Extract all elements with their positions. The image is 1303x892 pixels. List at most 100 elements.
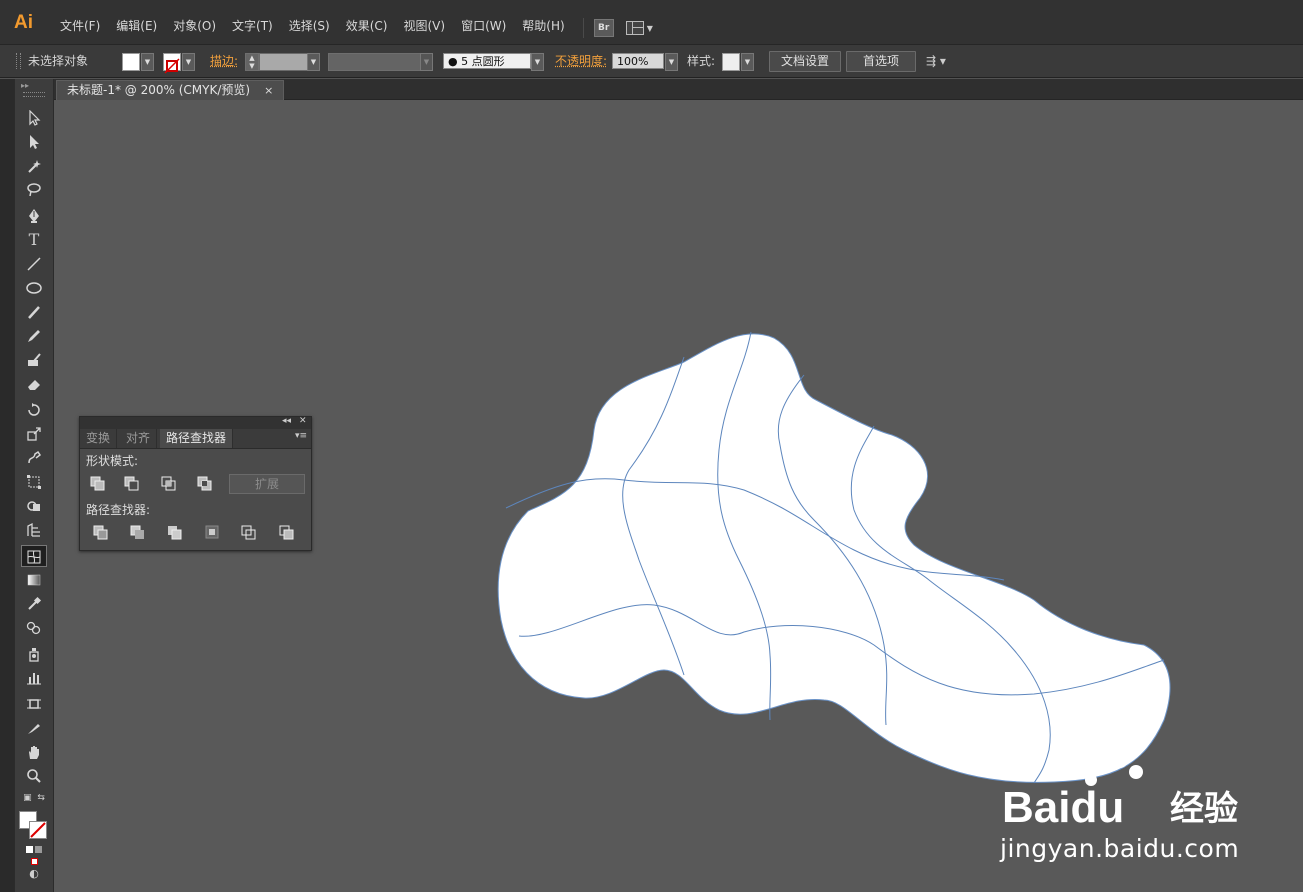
eyedropper-tool-icon[interactable] (21, 593, 47, 615)
rotate-tool-icon[interactable] (21, 399, 47, 421)
stroke-swatch[interactable] (163, 53, 181, 74)
document-tab[interactable]: 未标题-1* @ 200% (CMYK/预览) × (56, 80, 285, 100)
exclude-icon[interactable] (197, 475, 213, 491)
shape-modes-label: 形状模式: (86, 454, 139, 468)
style-label: 样式: (687, 54, 716, 68)
variable-width-dropdown[interactable]: ▼ (420, 53, 433, 71)
paintbrush-tool-icon[interactable] (21, 301, 47, 323)
tab-align[interactable]: 对齐 (120, 429, 158, 448)
workspace-layout-button[interactable]: ▼ (625, 21, 653, 35)
shape-builder-tool-icon[interactable] (21, 495, 47, 517)
direct-selection-tool-icon[interactable] (21, 131, 47, 153)
zoom-tool-icon[interactable] (21, 765, 47, 787)
pen-tool-icon[interactable] (21, 205, 47, 227)
menu-edit[interactable]: 编辑(E) (108, 0, 165, 44)
stroke-color-icon[interactable] (29, 821, 47, 839)
selection-tool-icon[interactable] (21, 107, 47, 129)
control-bar-grip[interactable] (16, 53, 21, 69)
minus-front-icon[interactable] (124, 475, 140, 491)
graphic-style-swatch[interactable] (722, 53, 740, 71)
slice-tool-icon[interactable] (21, 717, 47, 739)
collapse-panel-icon[interactable]: ◂◂ (282, 416, 291, 426)
magic-wand-tool-icon[interactable] (21, 155, 47, 177)
stroke-label[interactable]: 描边: (210, 45, 238, 77)
stroke-weight-input[interactable] (259, 53, 309, 71)
line-segment-tool-icon[interactable] (21, 253, 47, 275)
layout-grid-icon (625, 21, 644, 35)
eraser-tool-icon[interactable] (21, 373, 47, 395)
blob-brush-tool-icon[interactable] (21, 349, 47, 371)
close-icon[interactable]: × (264, 84, 273, 97)
warp-tool-icon[interactable] (21, 447, 47, 469)
pencil-tool-icon[interactable] (21, 325, 47, 347)
mesh-tool-icon[interactable] (21, 545, 47, 567)
baidu-paw-logo: Baidu 经验 (1002, 752, 1238, 832)
menu-window[interactable]: 窗口(W) (453, 0, 514, 44)
opacity-label[interactable]: 不透明度: (555, 45, 607, 77)
gradient-tool-icon[interactable] (21, 569, 47, 591)
document-setup-button[interactable]: 文档设置 (769, 51, 841, 72)
collapse-tools-icon[interactable]: ▸▸ (21, 82, 47, 90)
arrange-documents-icon[interactable]: ⇶ ▾ (926, 45, 946, 77)
hand-tool-icon[interactable] (21, 741, 47, 763)
panel-title-bar[interactable]: ◂◂ ✕ (80, 416, 311, 429)
preferences-button[interactable]: 首选项 (846, 51, 916, 72)
menu-separator (582, 18, 584, 38)
column-graph-tool-icon[interactable] (21, 667, 47, 689)
minus-back-icon[interactable] (279, 524, 295, 540)
menu-select[interactable]: 选择(S) (281, 0, 338, 44)
document-tab-bar: 未标题-1* @ 200% (CMYK/预览) × (54, 79, 1303, 100)
artboard-tool-icon[interactable] (21, 693, 47, 715)
tab-pathfinder[interactable]: 路径查找器 (160, 429, 234, 448)
outline-icon[interactable] (241, 524, 257, 540)
no-stroke-icon (164, 58, 180, 74)
ellipse-tool-icon[interactable] (21, 277, 47, 299)
opacity-input[interactable]: 100% (612, 53, 664, 69)
type-tool-icon[interactable]: T (21, 229, 47, 251)
expand-button[interactable]: 扩展 (229, 474, 305, 494)
crop-icon[interactable] (204, 524, 220, 540)
tab-transform[interactable]: 变换 (80, 429, 118, 448)
mesh-object (497, 333, 1171, 783)
fill-swatch[interactable] (122, 53, 140, 71)
drawing-mode-icon[interactable]: ◐ (21, 863, 47, 885)
opacity-dropdown[interactable]: ▼ (665, 53, 678, 71)
unite-icon[interactable] (90, 475, 106, 491)
left-dock-strip (0, 79, 14, 892)
panel-menu-icon[interactable]: ▾≡ (295, 431, 307, 441)
menu-object[interactable]: 对象(O) (165, 0, 224, 44)
baidu-brand-text: Baidu (1002, 783, 1124, 832)
pathfinder-panel: ◂◂ ✕ 变换 对齐 路径查找器 ▾≡ 形状模式: 扩展 路径查找器: (79, 416, 312, 551)
variable-width-profile[interactable] (328, 53, 422, 71)
blend-tool-icon[interactable] (21, 617, 47, 639)
menu-bar: Ai 文件(F) 编辑(E) 对象(O) 文字(T) 选择(S) 效果(C) 视… (0, 0, 1303, 45)
lasso-tool-icon[interactable] (21, 179, 47, 201)
menu-effect[interactable]: 效果(C) (338, 0, 396, 44)
scale-tool-icon[interactable] (21, 423, 47, 445)
graphic-style-dropdown[interactable]: ▼ (741, 53, 754, 71)
close-panel-icon[interactable]: ✕ (299, 416, 307, 426)
control-bar: 未选择对象 ▼ ▼ 描边: ▲ ▼ ▼ ▼ ● 5 点圆形 ▼ 不透明度: 100… (0, 45, 1303, 78)
stroke-weight-dropdown[interactable]: ▼ (307, 53, 320, 71)
brush-dropdown[interactable]: ▼ (531, 53, 544, 71)
perspective-grid-tool-icon[interactable] (21, 519, 47, 541)
menu-view[interactable]: 视图(V) (395, 0, 453, 44)
menu-file[interactable]: 文件(F) (52, 0, 108, 44)
trim-icon[interactable] (130, 524, 146, 540)
divide-icon[interactable] (93, 524, 109, 540)
default-fill-stroke-icon[interactable]: ▣ ⇆ (21, 791, 47, 805)
watermark-url: jingyan.baidu.com (1000, 834, 1240, 863)
merge-icon[interactable] (167, 524, 183, 540)
bridge-button[interactable]: Br (593, 19, 614, 37)
tools-grip[interactable] (23, 92, 45, 97)
stroke-dropdown[interactable]: ▼ (182, 53, 195, 71)
color-mode-icons[interactable] (21, 845, 47, 865)
free-transform-tool-icon[interactable] (21, 471, 47, 493)
menu-help[interactable]: 帮助(H) (514, 0, 572, 44)
brush-definition[interactable]: ● 5 点圆形 (443, 53, 531, 69)
intersect-icon[interactable] (161, 475, 177, 491)
menu-type[interactable]: 文字(T) (224, 0, 281, 44)
symbol-sprayer-tool-icon[interactable] (21, 643, 47, 665)
stroke-weight-stepper[interactable]: ▲ ▼ (245, 53, 259, 71)
fill-dropdown[interactable]: ▼ (141, 53, 154, 71)
